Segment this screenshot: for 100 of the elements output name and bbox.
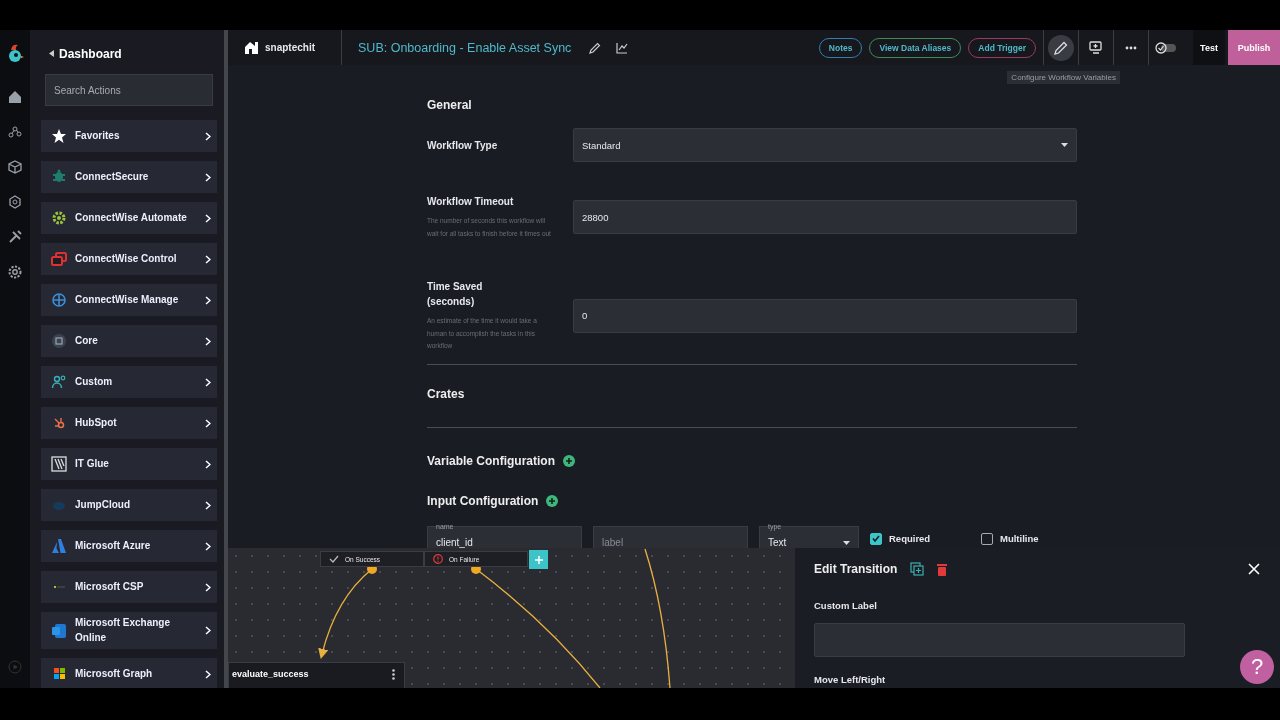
- add-circle-icon[interactable]: [563, 454, 575, 467]
- input-field[interactable]: 0: [573, 298, 1077, 333]
- sidebar-item-label: ConnectWise Control: [75, 251, 178, 266]
- chevron-icon: [205, 213, 211, 223]
- copy-plus-icon: [910, 562, 925, 576]
- publish-button[interactable]: Publish: [1228, 30, 1280, 65]
- sidebar-item[interactable]: JumpCloud: [41, 489, 217, 521]
- crosshair-icon: [51, 292, 67, 308]
- sidebar-item[interactable]: Custom: [41, 366, 217, 398]
- sidebar-item[interactable]: Microsoft CSP: [41, 571, 217, 603]
- panel-title: Edit Transition: [814, 562, 898, 576]
- input-field[interactable]: [814, 623, 1185, 657]
- sidebar-item[interactable]: Microsoft Azure: [41, 530, 217, 562]
- back-button[interactable]: Dashboard: [49, 46, 122, 61]
- field-label: Custom Label: [814, 600, 878, 611]
- sidebar-item[interactable]: Core: [41, 325, 217, 357]
- sidebar-item[interactable]: Microsoft Graph: [41, 658, 217, 688]
- chevron-icon: [205, 295, 211, 305]
- sidebar-item[interactable]: ConnectWise Automate: [41, 202, 217, 234]
- star-icon: [51, 128, 67, 144]
- sidebar-item[interactable]: HubSpot: [41, 407, 217, 439]
- chevron-icon: [205, 459, 211, 469]
- sidebar-item-label: JumpCloud: [75, 497, 131, 512]
- sidebar-item-label: Microsoft CSP: [75, 579, 145, 594]
- search-field[interactable]: Search Actions: [45, 74, 213, 106]
- screen-plus-icon: [1089, 41, 1103, 54]
- chevron-icon: [205, 541, 211, 551]
- select-field[interactable]: Standard: [573, 128, 1077, 162]
- kebab-icon[interactable]: [392, 668, 395, 680]
- tools-icon[interactable]: [7, 229, 23, 245]
- triangle-icon: [51, 538, 67, 554]
- section-heading: General: [427, 98, 473, 112]
- chevron-icon: [205, 131, 211, 141]
- sidebar-item[interactable]: ConnectWise Manage: [41, 284, 217, 316]
- home-icon[interactable]: [7, 89, 23, 105]
- sidebar-item[interactable]: Favorites: [41, 120, 217, 152]
- hexagon-icon[interactable]: [7, 194, 23, 210]
- node-title: evaluate_success: [232, 669, 310, 679]
- variables-button[interactable]: [1048, 34, 1074, 61]
- dropdown-caret-icon: [1061, 143, 1068, 147]
- chip-icon: [51, 333, 67, 349]
- tile-icon: [51, 622, 67, 639]
- close-button[interactable]: [1248, 563, 1260, 575]
- settings-icon[interactable]: [7, 264, 23, 280]
- sidebar-item-label: Microsoft Graph: [75, 666, 154, 681]
- sidebar-item[interactable]: Microsoft Exchange Online: [41, 612, 217, 649]
- workflow-title: SUB: Onboarding - Enable Asset Sync: [358, 40, 572, 55]
- close-icon: [1248, 563, 1260, 575]
- tooltip: Configure Workflow Variables: [1007, 71, 1120, 84]
- chevron-icon: [205, 377, 211, 387]
- turtle-icon: [51, 169, 67, 185]
- people-icon: [51, 374, 67, 390]
- sidebar-item-label: ConnectSecure: [75, 169, 150, 184]
- chevron-icon: [205, 172, 211, 182]
- sidebar-item-label: Favorites: [75, 128, 121, 143]
- pencil-icon: [1054, 40, 1068, 55]
- check-toggle-icon: [1155, 41, 1177, 54]
- tick-icon: [872, 535, 880, 542]
- workspace-name[interactable]: snaptechit: [265, 42, 315, 53]
- cube-icon[interactable]: [7, 159, 23, 175]
- plus-icon: [534, 555, 543, 564]
- section-heading: Variable Configuration: [427, 453, 555, 468]
- workflow-node[interactable]: evaluate_success: [228, 662, 405, 688]
- house-icon: [245, 41, 259, 54]
- chevron-icon: [205, 626, 211, 635]
- field-label: Workflow Type: [427, 138, 499, 153]
- sidebar-item-label: ConnectWise Manage: [75, 292, 180, 307]
- input-field[interactable]: 28800: [573, 200, 1077, 234]
- sidebar-item-label: Microsoft Exchange Online: [75, 616, 172, 645]
- more-icon: [1125, 45, 1137, 50]
- gear-icon: [51, 210, 67, 226]
- chevron-icon: [205, 418, 211, 428]
- field-label: Workflow Timeout: [427, 195, 515, 209]
- checkbox-label: Required: [889, 533, 931, 544]
- chevron-icon: [205, 500, 211, 510]
- section-heading: Crates: [427, 386, 466, 401]
- nodes-icon[interactable]: [7, 124, 23, 140]
- sidebar-item-label: Core: [75, 333, 99, 348]
- dropdown-caret-icon: [843, 540, 850, 545]
- sidebar-item-label: ConnectWise Automate: [75, 210, 188, 225]
- sidebar-item-label: Microsoft Azure: [75, 538, 152, 553]
- add-circle-icon[interactable]: [546, 494, 559, 507]
- checkbox[interactable]: [870, 532, 882, 545]
- duplicate-button[interactable]: [910, 562, 925, 576]
- field-label: Time Saved (seconds): [427, 280, 484, 309]
- delete-button[interactable]: [937, 562, 948, 576]
- sidebar-item[interactable]: IT Glue: [41, 448, 217, 480]
- check-icon: [329, 555, 339, 563]
- line-chart-icon: [616, 41, 629, 54]
- sidebar-item-label: IT Glue: [75, 456, 110, 471]
- input-field[interactable]: label: [593, 525, 748, 549]
- sidebar-item[interactable]: ConnectSecure: [41, 161, 217, 193]
- bird-logo-icon: [6, 42, 24, 64]
- alert-circle-icon: [433, 554, 443, 564]
- test-button[interactable]: Test: [1193, 30, 1225, 65]
- caret-icon: [49, 50, 54, 57]
- sidebar-item[interactable]: ConnectWise Control: [41, 243, 217, 275]
- four-squares-icon: [51, 666, 67, 682]
- checkbox[interactable]: [981, 532, 993, 545]
- chevron-icon: [205, 254, 211, 264]
